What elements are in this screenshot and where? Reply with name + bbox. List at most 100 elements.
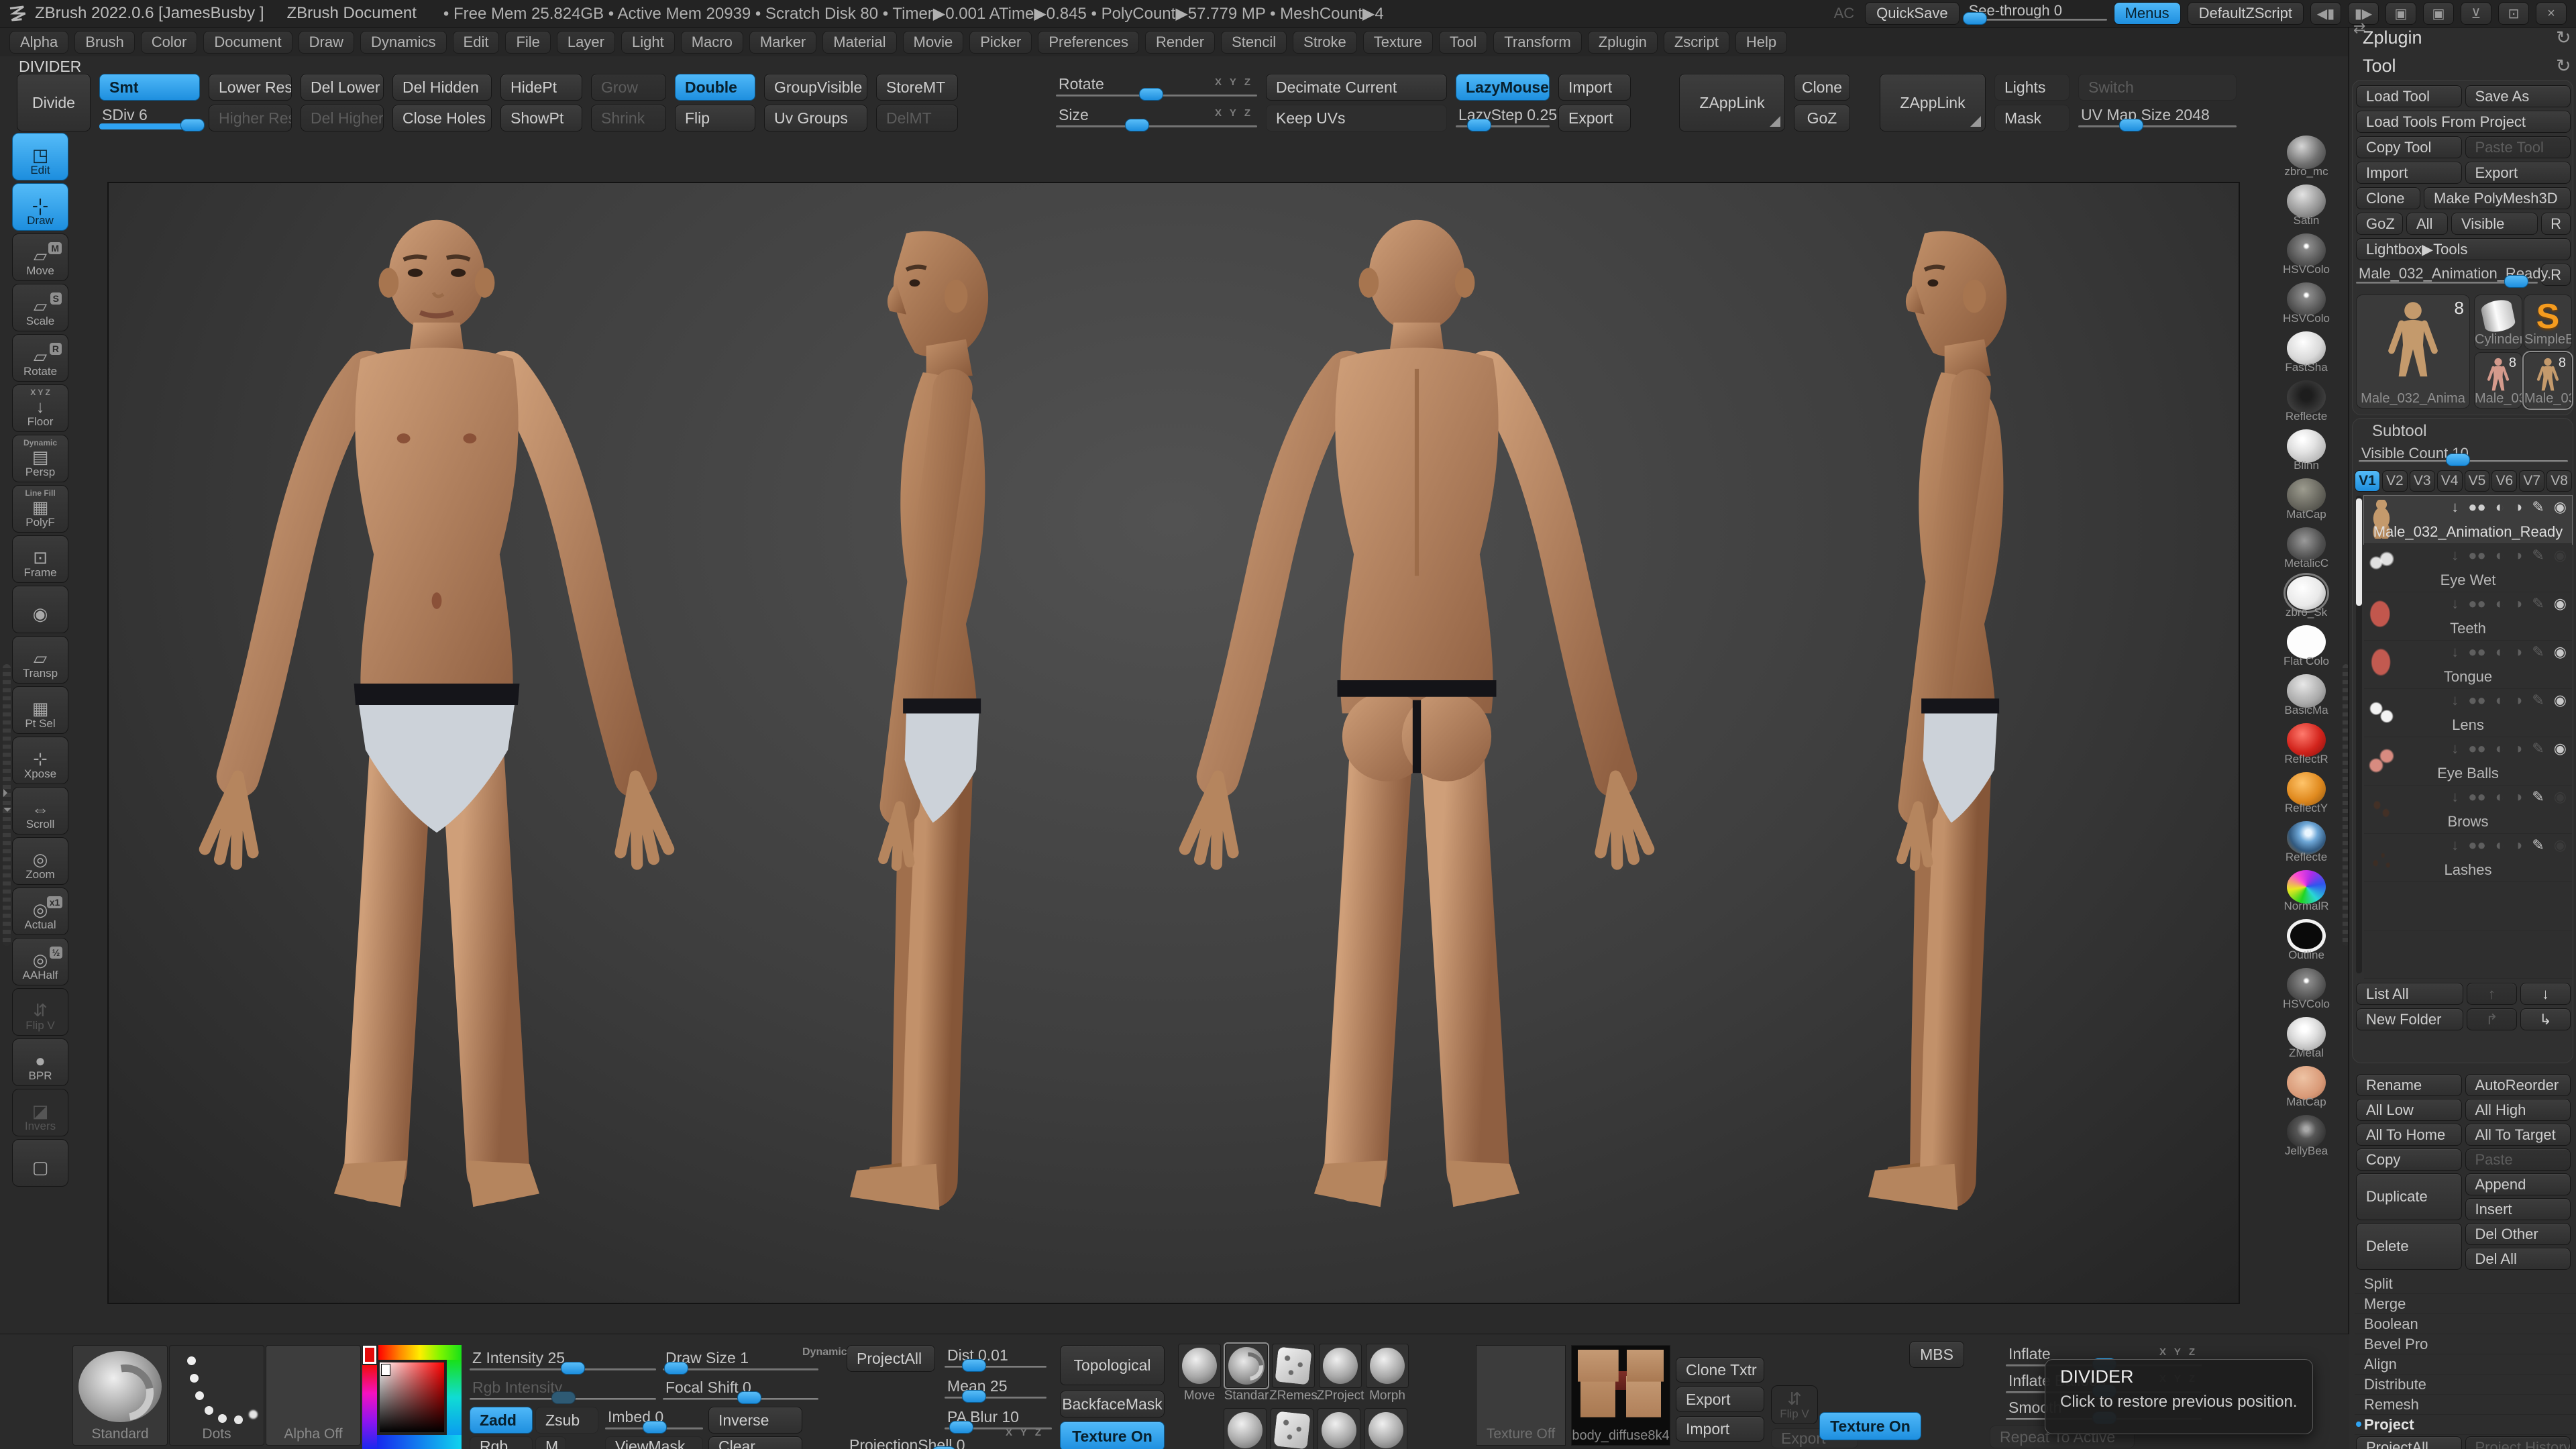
showpt-button[interactable]: ShowPt	[500, 105, 582, 131]
subtool-view-tab[interactable]: V7	[2519, 470, 2544, 492]
texture-thumbnail[interactable]: body_diffuse8k4	[1571, 1345, 1670, 1446]
menu-item[interactable]: Zplugin	[1588, 31, 1658, 54]
all-to-home-button[interactable]: All To Home	[2356, 1124, 2462, 1146]
menu-item[interactable]: Document	[203, 31, 292, 54]
project-history-button[interactable]: Project History	[2465, 1436, 2571, 1449]
subtool-row[interactable]: ↓●● ◐◑ ✎◉ Male_032_Animation_Ready	[2364, 496, 2572, 544]
subtool-view-tab[interactable]: V6	[2491, 470, 2517, 492]
clone-txtr-button[interactable]: Clone Txtr	[1676, 1357, 1764, 1383]
subtool-row[interactable]: ↓●● ◐◑ ✎◉	[2364, 882, 2572, 930]
groupvisible-button[interactable]: GroupVisible	[764, 74, 867, 101]
grow-button[interactable]: Grow	[591, 74, 666, 101]
import-button[interactable]: Import	[1558, 74, 1631, 101]
import-texture-button[interactable]: Import	[1676, 1416, 1764, 1442]
left-shelf-button[interactable]: -¦- Draw	[12, 183, 68, 231]
tool-thumbnail-cylinder[interactable]: Cylinder	[2474, 294, 2522, 350]
make-polymesh3d-button[interactable]: Make PolyMesh3D	[2424, 187, 2571, 209]
active-tool-slider[interactable]: Male_032_Animation_Ready.	[2356, 264, 2538, 288]
subtool-list-scrollbar[interactable]	[2356, 496, 2362, 973]
lightbox-tools-button[interactable]: Lightbox▶Tools	[2356, 238, 2571, 260]
left-shelf-button[interactable]: ⇔ Scroll	[12, 787, 68, 835]
section-header[interactable]: Distribute	[2355, 1375, 2576, 1395]
clone-button[interactable]: Clone	[1794, 74, 1850, 101]
brush-preset[interactable]: ZRemes	[1271, 1408, 1313, 1449]
left-shelf-button[interactable]: ⊹ Xpose	[12, 737, 68, 784]
canvas-left-scrollbar[interactable]	[3, 664, 11, 946]
uv-groups-button[interactable]: Uv Groups	[764, 105, 867, 131]
subtool-row[interactable]: ↓●● ◐◑ ✎◉ Brows	[2364, 786, 2572, 834]
menu-item[interactable]: Stencil	[1221, 31, 1287, 54]
switch-button[interactable]: Switch	[2078, 74, 2237, 101]
section-header[interactable]: Align	[2355, 1354, 2576, 1375]
zadd-toggle[interactable]: Zadd	[470, 1407, 533, 1434]
default-zscript-button[interactable]: DefaultZScript	[2188, 2, 2304, 25]
material-item[interactable]: HSVColo	[2273, 968, 2340, 1017]
close-icon[interactable]: ×	[2536, 2, 2567, 25]
export-button[interactable]: Export	[1558, 105, 1631, 131]
load-tools-from-project-button[interactable]: Load Tools From Project	[2356, 111, 2571, 133]
paste-subtool-button[interactable]: Paste	[2465, 1148, 2571, 1171]
decimate-current-button[interactable]: Decimate Current	[1266, 74, 1447, 101]
size-slider[interactable]: SizeX Y Z	[1056, 105, 1257, 131]
material-item[interactable]: JellyBea	[2273, 1115, 2340, 1164]
zplugin-reset-icon[interactable]: ↻	[2556, 28, 2571, 48]
rename-button[interactable]: Rename	[2356, 1074, 2462, 1096]
copy-tool-button[interactable]: Copy Tool	[2356, 136, 2462, 158]
material-item[interactable]: HSVColo	[2273, 233, 2340, 282]
paste-tool-button[interactable]: Paste Tool	[2465, 136, 2571, 158]
brush-preset[interactable]: Morph	[1366, 1344, 1409, 1388]
subtool-view-tab[interactable]: V1	[2355, 470, 2380, 492]
left-shelf-button[interactable]: Dynamic ▤ Persp	[12, 435, 68, 482]
material-item[interactable]: ReflectY	[2273, 772, 2340, 821]
material-item[interactable]: Reflecte	[2273, 380, 2340, 429]
menu-item[interactable]: Preferences	[1038, 31, 1139, 54]
menu-item[interactable]: Help	[1735, 31, 1787, 54]
menu-item[interactable]: Movie	[903, 31, 964, 54]
menu-item[interactable]: Tool	[1439, 31, 1487, 54]
menu-item[interactable]: Light	[621, 31, 675, 54]
import-tool-button[interactable]: Import	[2356, 162, 2462, 184]
left-shelf-button[interactable]: ▢	[12, 1139, 68, 1187]
material-item[interactable]: Reflecte	[2273, 821, 2340, 870]
texture-on-button[interactable]: Texture On	[1060, 1421, 1165, 1449]
left-shelf-button[interactable]: ● BPR	[12, 1038, 68, 1086]
brush-preset[interactable]: Standar	[1225, 1344, 1268, 1388]
lights-button[interactable]: Lights	[1994, 74, 2070, 101]
lazymouse-toggle[interactable]: LazyMouse	[1456, 74, 1550, 101]
menu-item[interactable]: Material	[822, 31, 896, 54]
tool-thumbnail-active[interactable]: 8 Male_032_Anima	[2356, 294, 2470, 409]
del-lower-button[interactable]: Del Lower	[301, 74, 384, 101]
zsub-button[interactable]: Zsub	[535, 1407, 598, 1434]
section-header[interactable]: Split	[2355, 1274, 2576, 1294]
color-picker[interactable]	[362, 1345, 462, 1449]
del-all-button[interactable]: Del All	[2465, 1248, 2571, 1270]
material-item[interactable]: Flat Colo	[2273, 625, 2340, 674]
inverse-button[interactable]: Inverse	[708, 1407, 802, 1434]
double-toggle[interactable]: Double	[675, 74, 755, 101]
document-canvas[interactable]	[107, 182, 2240, 1304]
del-other-button[interactable]: Del Other	[2465, 1223, 2571, 1245]
material-item[interactable]: MatCap	[2273, 478, 2340, 527]
duplicate-button[interactable]: Duplicate	[2356, 1173, 2462, 1220]
load-tool-button[interactable]: Load Tool	[2356, 85, 2462, 107]
list-all-button[interactable]: List All	[2356, 983, 2463, 1005]
subtool-row[interactable]: ↓●● ◐◑ ✎◉ Tongue	[2364, 641, 2572, 689]
mask-button[interactable]: Mask	[1994, 105, 2070, 131]
tool-thumbnail-male-2[interactable]: 8 Male_03	[2474, 352, 2522, 409]
current-stroke-thumbnail[interactable]: Dots	[169, 1345, 264, 1446]
uv-map-size-slider[interactable]: UV Map Size 2048	[2078, 105, 2237, 131]
subtool-row[interactable]: ↓●● ◐◑ ✎◉ Eye Balls	[2364, 737, 2572, 786]
clear-button[interactable]: Clear	[708, 1436, 802, 1449]
menu-item[interactable]: File	[505, 31, 550, 54]
focal-shift-slider[interactable]: Focal Shift 0	[663, 1377, 818, 1404]
rgb-intensity-slider[interactable]: Rgb Intensity	[470, 1377, 656, 1404]
material-item[interactable]: FastSha	[2273, 331, 2340, 380]
subtool-row[interactable]: ↓●● ◐◑ ✎◉ Lashes	[2364, 834, 2572, 882]
subtool-row[interactable]: ↓●● ◐◑ ✎◉ Eye Wet	[2364, 544, 2572, 592]
section-header[interactable]: Boolean	[2355, 1314, 2576, 1334]
rotate-slider[interactable]: RotateX Y Z	[1056, 74, 1257, 101]
viewmask-button[interactable]: ViewMask	[605, 1436, 703, 1449]
shrink-button[interactable]: Shrink	[591, 105, 666, 131]
brush-preset[interactable]: ClayBuil	[1224, 1408, 1267, 1449]
project-section-header[interactable]: Project	[2355, 1415, 2572, 1435]
